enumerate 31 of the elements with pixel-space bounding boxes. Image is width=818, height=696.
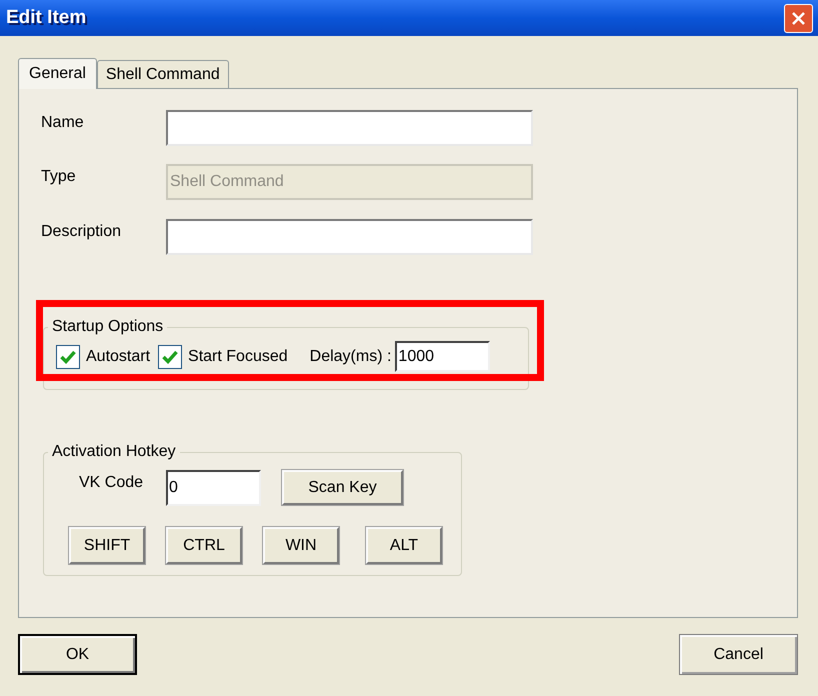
modifier-key-button[interactable]: CTRL [166,527,242,564]
modifier-key-button[interactable]: WIN [263,527,339,564]
delay-field[interactable]: 1000 [395,341,490,372]
tab[interactable]: Shell Command [96,60,229,88]
close-button[interactable] [784,4,813,32]
vk-code-field[interactable]: 0 [166,470,261,506]
window-title: Edit Item [6,6,86,30]
field-label: Description [41,222,122,242]
modifier-key-button[interactable]: SHIFT [69,527,145,564]
checkbox-box[interactable] [56,344,80,368]
check-icon [60,350,76,364]
field-label: Name [41,113,85,133]
modifier-key-button[interactable]: ALT [366,527,442,564]
checkbox-label: Start Focused [188,346,288,366]
group-title: Startup Options [51,317,164,337]
check-icon [162,350,178,364]
text-field[interactable] [166,219,533,255]
checkbox[interactable]: Autostart [56,344,150,368]
scan-key-button[interactable]: Scan Key [282,470,403,505]
checkbox[interactable]: Start Focused [158,344,288,368]
group-title: Activation Hotkey [51,442,177,462]
field-label: Type [41,167,77,187]
field-label: VK Code [79,473,144,493]
checkbox-label: Autostart [86,346,150,366]
text-field[interactable] [166,110,533,146]
close-icon [791,10,806,26]
dialog-button[interactable]: Cancel [679,634,798,675]
checkbox-box[interactable] [158,344,182,368]
tab[interactable]: General [18,58,97,89]
delay-label: Delay(ms) : [310,346,392,366]
dialog-button[interactable]: OK [18,634,137,675]
